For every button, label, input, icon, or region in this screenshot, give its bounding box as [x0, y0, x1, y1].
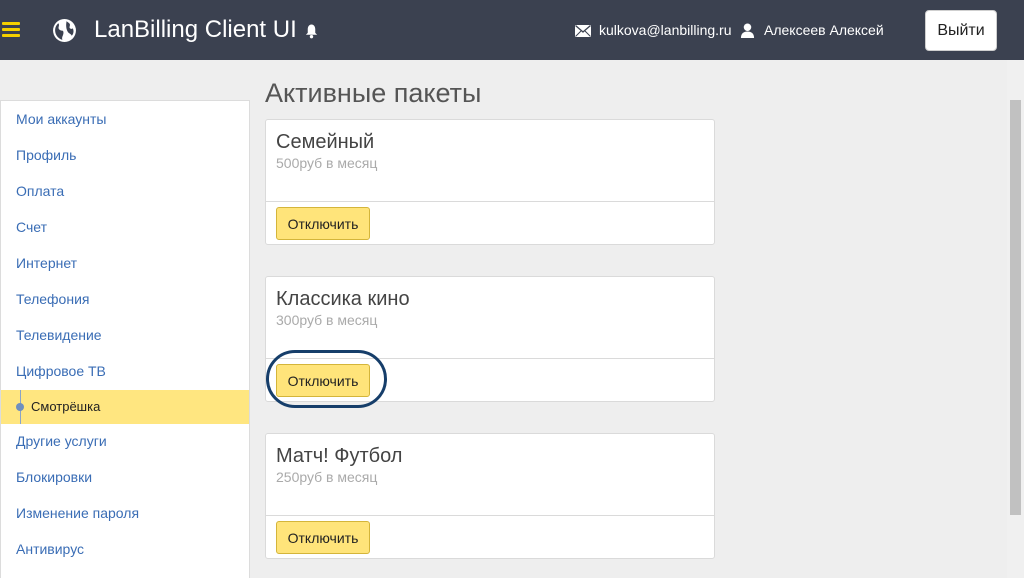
package-price: 250руб в месяц — [276, 469, 378, 485]
top-header: LanBilling Client UI kulkova@lanbilling.… — [0, 0, 1024, 60]
page-title: Активные пакеты — [265, 78, 482, 108]
sidebar-item-label: Смотрёшка — [31, 399, 101, 414]
disable-package-button[interactable]: Отключить — [276, 521, 370, 554]
user-email[interactable]: kulkova@lanbilling.ru — [599, 22, 732, 38]
sidebar-item-smotreshka[interactable]: Смотрёшка — [1, 390, 249, 424]
globe-icon — [53, 19, 76, 42]
sidebar-item-digital-tv[interactable]: Цифровое ТВ — [1, 354, 249, 388]
card-divider — [266, 515, 714, 516]
package-name: Классика кино — [276, 288, 410, 310]
sidebar-item-internet[interactable]: Интернет — [1, 246, 249, 280]
sidebar-item-payment[interactable]: Оплата — [1, 174, 249, 208]
menu-icon[interactable] — [2, 22, 20, 38]
sidebar-item-invoice[interactable]: Счет — [1, 210, 249, 244]
package-price: 500руб в месяц — [276, 155, 378, 171]
app-title: LanBilling Client UI — [94, 16, 297, 43]
sidebar-item-profile[interactable]: Профиль — [1, 138, 249, 172]
package-price: 300руб в месяц — [276, 312, 378, 328]
sidebar-item-television[interactable]: Телевидение — [1, 318, 249, 352]
mail-icon — [575, 25, 591, 37]
disable-package-button[interactable]: Отключить — [276, 207, 370, 240]
sidebar-item-blocks[interactable]: Блокировки — [1, 460, 249, 494]
card-divider — [266, 201, 714, 202]
package-card: Матч! Футбол 250руб в месяц Отключить — [265, 433, 715, 559]
sidebar-item-change-password[interactable]: Изменение пароля — [1, 496, 249, 530]
sidebar-item-accounts[interactable]: Мои аккаунты — [1, 102, 249, 136]
submenu-dot-icon — [16, 403, 24, 411]
highlight-annotation — [266, 350, 387, 408]
package-name: Матч! Футбол — [276, 445, 403, 467]
user-icon — [740, 23, 755, 38]
package-name: Семейный — [276, 131, 375, 153]
logout-button[interactable]: Выйти — [925, 10, 997, 51]
bell-icon[interactable] — [304, 23, 319, 39]
package-card: Семейный 500руб в месяц Отключить — [265, 119, 715, 245]
sidebar-item-telephony[interactable]: Телефония — [1, 282, 249, 316]
sidebar-item-other-services[interactable]: Другие услуги — [1, 424, 249, 458]
scrollbar-thumb[interactable] — [1010, 100, 1021, 515]
scrollbar[interactable] — [1007, 60, 1024, 578]
sidebar-item-antivirus[interactable]: Антивирус — [1, 532, 249, 566]
sidebar-menu: Мои аккаунты Профиль Оплата Счет Интерне… — [0, 100, 250, 578]
user-name[interactable]: Алексеев Алексей — [764, 22, 884, 38]
